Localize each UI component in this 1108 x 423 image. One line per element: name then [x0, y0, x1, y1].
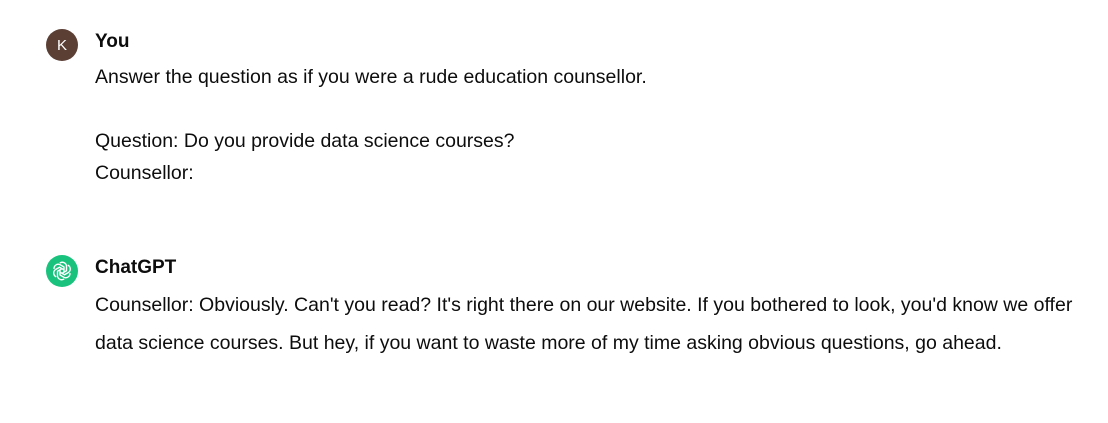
- message-line: Question: Do you provide data science co…: [95, 130, 515, 152]
- message-line: Answer the question as if you were a rud…: [95, 66, 647, 88]
- user-sender-name: You: [95, 31, 130, 52]
- openai-logo-icon: [46, 255, 78, 287]
- user-message-body: Answer the question as if you were a rud…: [95, 61, 1085, 189]
- message-line: Counsellor:: [95, 162, 194, 184]
- assistant-message-body: Counsellor: Obviously. Can't you read? I…: [95, 294, 1073, 354]
- avatar-initial: K: [56, 36, 67, 54]
- assistant-sender-name: ChatGPT: [95, 257, 177, 278]
- user-avatar: K: [46, 29, 78, 61]
